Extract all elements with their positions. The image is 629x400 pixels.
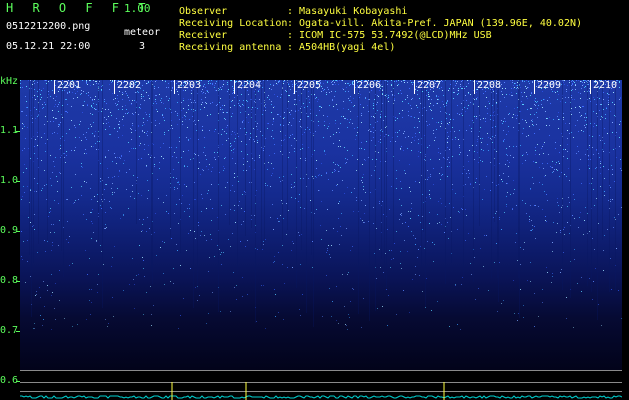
receiver-value: : ICOM IC-575 53.7492(@LCD)MHz USB <box>287 30 492 41</box>
time-tick-mark <box>590 80 591 94</box>
frequency-tick-mark <box>16 231 20 232</box>
image-filename: 0512212200.png <box>6 21 91 32</box>
time-tick-mark <box>474 80 475 94</box>
frequency-tick-mark <box>16 281 20 282</box>
time-tick-label: 2205 <box>297 80 322 91</box>
time-tick-mark <box>354 80 355 94</box>
location-label: Receiving Location <box>179 18 288 29</box>
app-version: 1.00 <box>124 2 151 15</box>
time-tick-label: 2204 <box>237 80 262 91</box>
right-border <box>622 80 629 400</box>
spectrogram-plot <box>20 80 622 370</box>
time-tick-label: 2207 <box>417 80 442 91</box>
time-tick-mark <box>174 80 175 94</box>
time-tick-label: 2206 <box>357 80 382 91</box>
observer-value: : Masayuki Kobayashi <box>287 6 408 17</box>
time-tick-label: 2203 <box>177 80 202 91</box>
frequency-tick-mark <box>16 331 20 332</box>
frequency-tick-mark <box>16 131 20 132</box>
time-tick-label: 2210 <box>593 80 618 91</box>
meteor-count-label: meteor <box>124 27 161 38</box>
location-value: : Ogata-vill. Akita-Pref. JAPAN (139.96E… <box>287 18 583 29</box>
reference-line <box>20 370 622 371</box>
time-tick-mark <box>534 80 535 94</box>
observation-datetime: 05.12.21 22:00 <box>6 41 91 52</box>
frequency-tick-mark <box>16 181 20 182</box>
hroft-spectrogram-window: H R O F F T 1.00 0512212200.png 05.12.21… <box>0 0 629 400</box>
receiver-label: Receiver <box>179 30 228 41</box>
antenna-label: Receiving antenna <box>179 42 282 53</box>
observer-label: Observer <box>179 6 228 17</box>
time-tick-label: 2209 <box>537 80 562 91</box>
antenna-value: : A504HB(yagi 4el) <box>287 42 396 53</box>
frequency-unit-label: kHz <box>0 76 19 87</box>
time-tick-mark <box>294 80 295 94</box>
time-tick-mark <box>414 80 415 94</box>
time-tick-label: 2208 <box>477 80 502 91</box>
spectrogram-noise <box>20 80 622 330</box>
time-tick-mark <box>54 80 55 94</box>
meteor-count-value: 3 <box>139 41 146 52</box>
time-tick-label: 2201 <box>57 80 82 91</box>
time-tick-label: 2202 <box>117 80 142 91</box>
time-tick-mark <box>234 80 235 94</box>
signal-trace <box>20 382 622 400</box>
time-tick-mark <box>114 80 115 94</box>
